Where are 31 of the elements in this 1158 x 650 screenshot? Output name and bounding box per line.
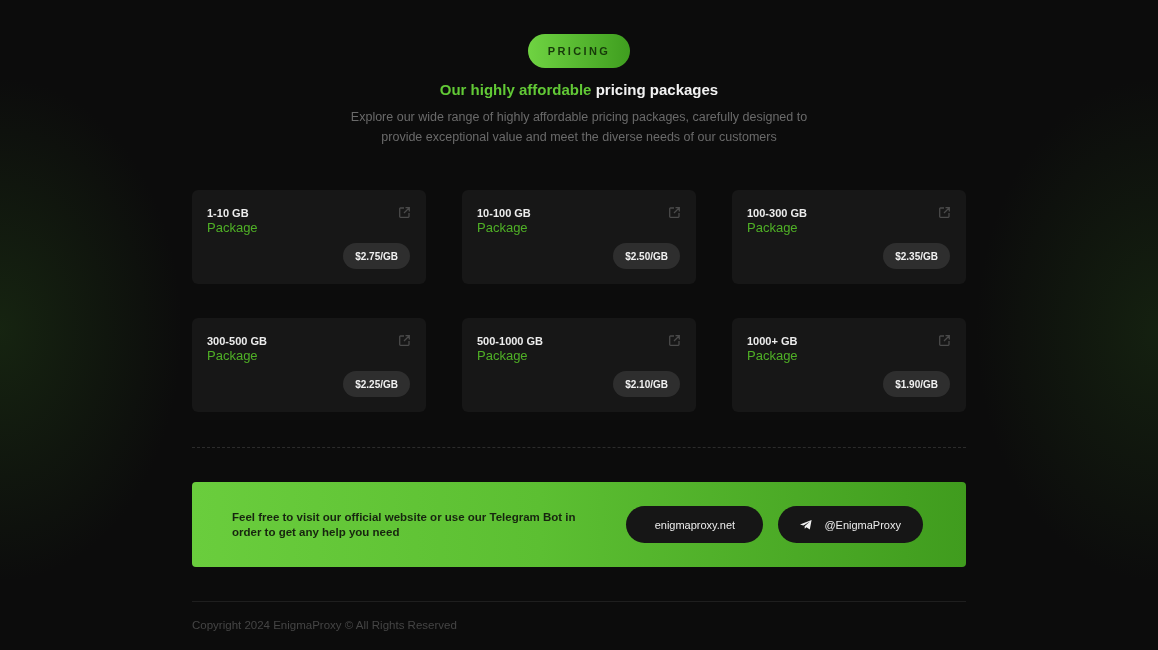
external-link-icon[interactable] xyxy=(399,207,410,218)
website-link-button[interactable]: enigmaproxy.net xyxy=(626,506,764,543)
price-tag: $2.25/GB xyxy=(343,371,410,397)
price-tag: $2.10/GB xyxy=(613,371,680,397)
section-heading: Our highly affordable pricing packages xyxy=(439,80,719,100)
external-link-icon[interactable] xyxy=(669,335,680,346)
package-size: 1000+ GB xyxy=(747,334,798,348)
external-link-icon[interactable] xyxy=(399,335,410,346)
price-tag: $2.75/GB xyxy=(343,243,410,269)
package-size: 100-300 GB xyxy=(747,206,807,220)
package-label: Package xyxy=(477,348,529,364)
package-size: 500-1000 GB xyxy=(477,334,544,348)
contact-text: Feel free to visit our official website or use our Telegram Bot in order to get any help you need xyxy=(232,509,577,540)
package-label: Package xyxy=(747,348,798,364)
external-link-icon[interactable] xyxy=(939,335,950,346)
external-link-icon[interactable] xyxy=(669,207,680,218)
section-tag: PRICING xyxy=(527,34,631,68)
price-tag: $2.35/GB xyxy=(883,243,950,269)
price-tag: $1.90/GB xyxy=(883,371,950,397)
section-subtitle: Explore our wide range of highly affordable pricing packages, carefully designed to provide exceptional value and meet the diverse needs of our customers xyxy=(349,109,809,146)
external-link-icon[interactable] xyxy=(939,207,950,218)
package-label: Package xyxy=(207,220,258,236)
package-size: 10-100 GB xyxy=(477,206,531,220)
telegram-link-button[interactable]: @EnigmaProxy xyxy=(778,506,923,543)
price-tag: $2.50/GB xyxy=(613,243,680,269)
package-label: Package xyxy=(747,220,799,236)
package-label: Package xyxy=(477,220,529,236)
package-label: Package xyxy=(207,348,259,364)
package-size: 300-500 GB xyxy=(207,334,267,348)
paper-plane-icon xyxy=(800,519,813,530)
package-size: 1-10 GB xyxy=(207,206,250,220)
